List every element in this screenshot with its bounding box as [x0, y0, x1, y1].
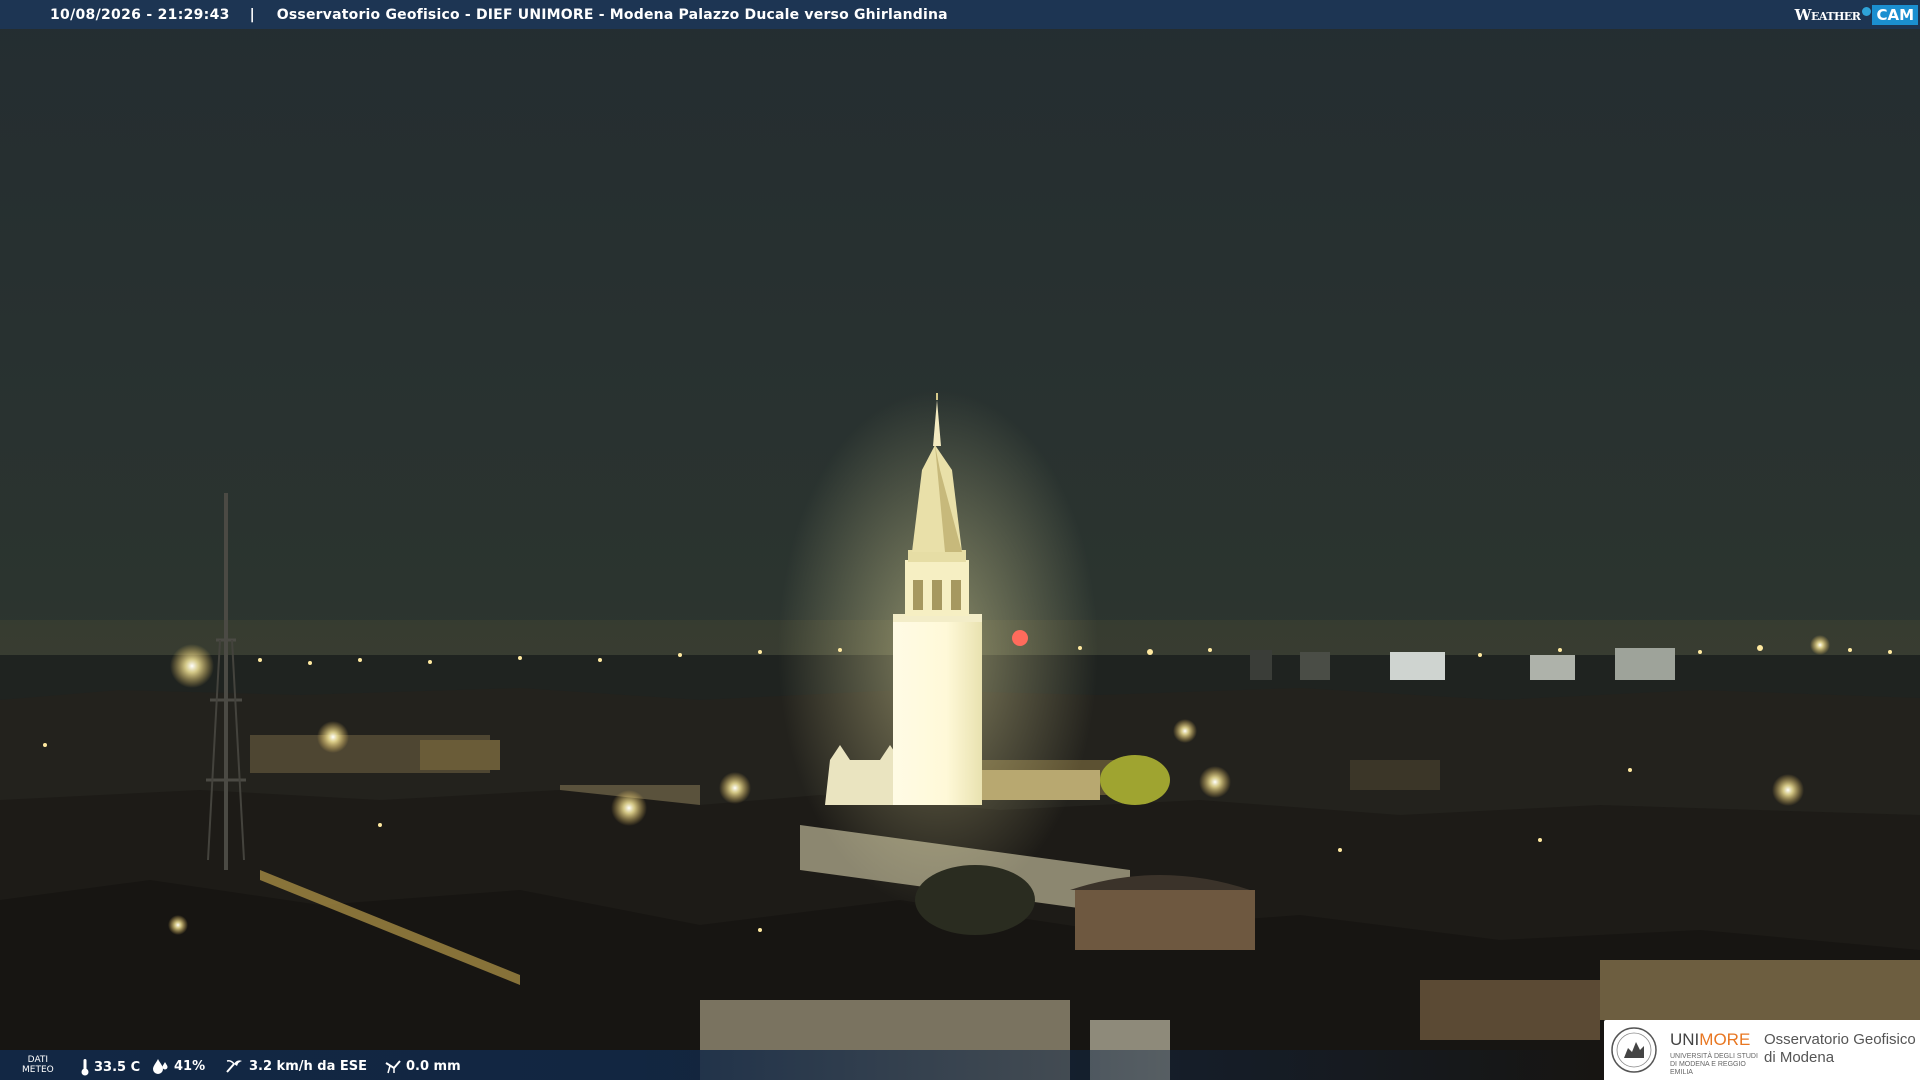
osservatorio-line1: Osservatorio Geofisico — [1764, 1031, 1916, 1048]
wind-value: 3.2 km/h da ESE — [249, 1058, 368, 1074]
wind-icon — [226, 1060, 242, 1073]
meteo-label: METEO — [22, 1065, 54, 1075]
weathercam-logo: Weather CAM — [1795, 2, 1918, 27]
webcam-image — [0, 0, 1920, 1080]
unimore-more-text: MORE — [1699, 1030, 1751, 1049]
weathercam-cam-text: CAM — [1872, 4, 1918, 25]
wind-reading: 3.2 km/h da ESE — [225, 1058, 367, 1074]
rain-value: 0.0 mm — [406, 1058, 461, 1074]
rain-gauge-icon — [385, 1060, 401, 1074]
unimore-uni-text: UNI — [1670, 1030, 1700, 1049]
unimore-subtitle: UNIVERSITÀ DEGLI STUDI DI MODENA E REGGI… — [1670, 1053, 1758, 1076]
camera-caption: Osservatorio Geofisico - DIEF UNIMORE - … — [276, 6, 948, 23]
weather-data-bar: DATI METEO 33.5 C 41% 3.2 km/h da ESE 0.… — [0, 1050, 1600, 1080]
dati-label: DATI — [27, 1055, 49, 1065]
rain-reading: 0.0 mm — [384, 1058, 461, 1074]
header-bar: 10/08/2026 - 21:29:43 | Osservatorio Geo… — [0, 0, 1920, 29]
timestamp: 10/08/2026 - 21:29:43 — [50, 6, 230, 23]
unimore-seal-icon — [1611, 1027, 1657, 1073]
weathercam-weather-text: Weather — [1794, 5, 1861, 24]
dati-meteo-label: DATI METEO — [22, 1055, 54, 1075]
unimore-logo: UNIMORE UNIVERSITÀ DEGLI STUDI DI MODENA… — [1604, 1020, 1920, 1080]
unimore-wordmark: UNIMORE — [1670, 1030, 1750, 1050]
temperature-reading: 33.5 C — [80, 1058, 140, 1076]
osservatorio-label: Osservatorio Geofisico di Modena — [1764, 1031, 1916, 1067]
humidity-value: 41% — [174, 1058, 206, 1074]
temperature-value: 33.5 C — [94, 1059, 141, 1075]
humidity-drop-icon — [153, 1059, 168, 1074]
osservatorio-line2: di Modena — [1764, 1049, 1835, 1066]
weathercam-dot-icon — [1862, 7, 1872, 16]
webcam-frame: 10/08/2026 - 21:29:43 | Osservatorio Geo… — [0, 0, 1920, 1080]
thermometer-icon — [81, 1059, 89, 1076]
header-separator: | — [249, 6, 255, 23]
humidity-reading: 41% — [152, 1058, 205, 1074]
